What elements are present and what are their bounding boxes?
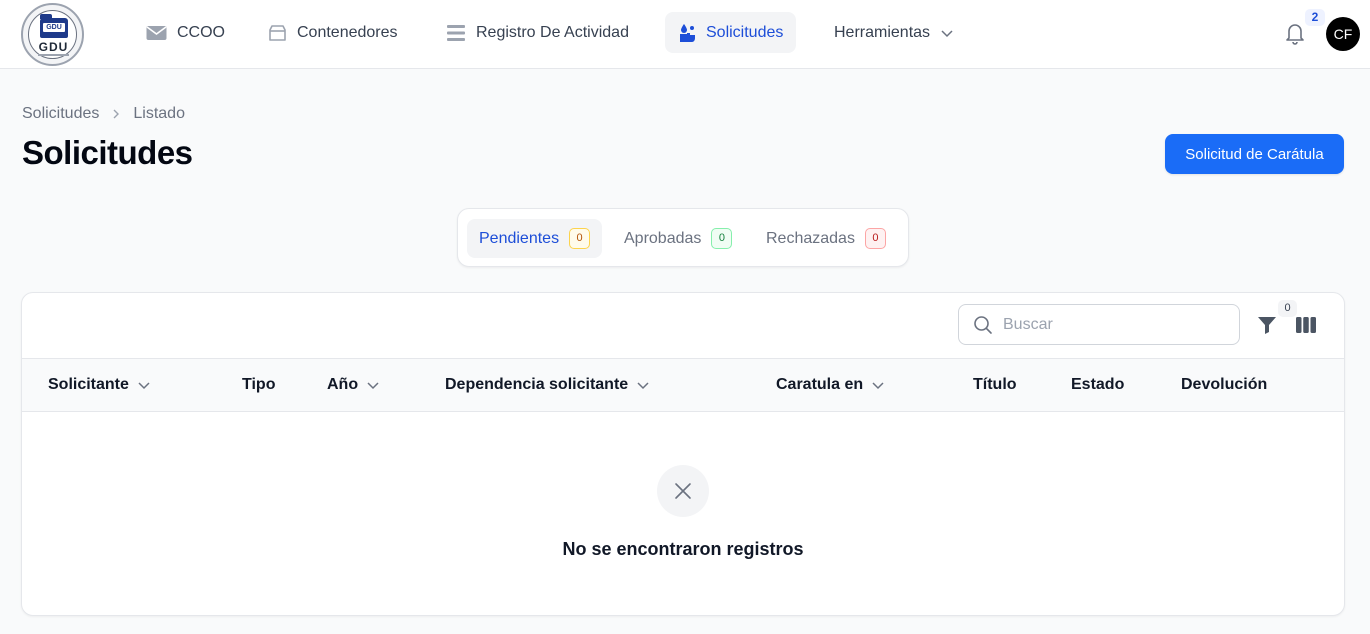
chevron-down-icon: [367, 382, 379, 390]
column-label: Título: [973, 376, 1017, 393]
gdu-logo[interactable]: GDU GDU: [21, 3, 84, 66]
nav-item-herramientas[interactable]: Herramientas: [821, 12, 967, 53]
logo-emblem: GDU GDU: [28, 10, 77, 59]
breadcrumb-item-solicitudes[interactable]: Solicitudes: [22, 105, 99, 123]
column-header-estado: Estado: [1071, 359, 1124, 411]
search-input[interactable]: [1003, 315, 1223, 334]
solicitud-caratula-button[interactable]: Solicitud de Carátula: [1165, 134, 1344, 174]
column-label: Caratula en: [776, 376, 864, 393]
breadcrumb-item-listado: Listado: [133, 105, 185, 122]
nav-item-label: Herramientas: [834, 23, 931, 41]
close-icon: [675, 483, 691, 499]
nav-item-contenedores[interactable]: Contenedores: [255, 12, 411, 53]
empty-state-icon-wrapper: [657, 465, 709, 517]
tab-count-badge: 0: [711, 228, 733, 249]
nav-item-label: Solicitudes: [706, 23, 784, 41]
columns-icon[interactable]: [1294, 313, 1318, 337]
logo-main-text: GDU: [38, 40, 69, 54]
nav-item-ccoo[interactable]: CCOO: [133, 12, 238, 53]
page-title: Solicitudes: [22, 134, 193, 171]
tab-count-badge: 0: [864, 228, 886, 249]
status-tabs: Pendientes 0 Aprobadas 0 Rechazadas 0: [457, 208, 909, 267]
filter-icon[interactable]: [1255, 313, 1279, 337]
nav-item-registro-actividad[interactable]: Registro De Actividad: [433, 12, 642, 53]
chevron-down-icon: [138, 382, 150, 390]
tab-rechazadas[interactable]: Rechazadas 0: [754, 219, 898, 258]
nav-item-label: CCOO: [177, 23, 225, 41]
breadcrumb: Solicitudes Listado: [22, 105, 185, 123]
top-navbar: GDU GDU CCOO Contenedores Registro De Ac…: [0, 0, 1370, 69]
column-label: Dependencia solicitante: [445, 376, 629, 393]
tab-pendientes[interactable]: Pendientes 0: [467, 219, 603, 258]
user-avatar[interactable]: CF: [1326, 17, 1360, 51]
tab-label: Pendientes: [479, 229, 560, 247]
column-header-anio[interactable]: Año: [327, 359, 380, 411]
inbox-icon: [269, 24, 286, 41]
bell-icon[interactable]: [1283, 21, 1307, 45]
table-header: Solicitante Tipo Año Dependencia solicit…: [22, 358, 1344, 412]
nav-item-label: Registro De Actividad: [476, 23, 629, 41]
chevron-down-icon: [941, 29, 953, 37]
list-icon: [447, 24, 465, 41]
column-header-dependencia[interactable]: Dependencia solicitante: [445, 359, 650, 411]
chevron-down-icon: [872, 382, 884, 390]
nav-item-label: Contenedores: [297, 23, 398, 41]
notification-count-badge: 2: [1305, 9, 1325, 26]
tab-aprobadas[interactable]: Aprobadas 0: [612, 219, 744, 258]
column-header-titulo: Título: [973, 359, 1017, 411]
column-label: Devolución: [1181, 376, 1268, 393]
search-box[interactable]: [958, 304, 1240, 345]
tab-label: Rechazadas: [766, 229, 855, 247]
column-header-caratula-en[interactable]: Caratula en: [776, 359, 885, 411]
empty-state-message: No se encontraron registros: [562, 539, 804, 559]
logo-folder-label: GDU: [42, 22, 66, 33]
hand-drop-icon: [680, 23, 695, 42]
envelope-icon: [146, 25, 167, 40]
logo-underline: [38, 54, 69, 56]
tab-count-badge: 0: [569, 228, 591, 249]
tab-label: Aprobadas: [624, 229, 702, 247]
column-header-tipo: Tipo: [242, 359, 275, 411]
column-label: Tipo: [242, 376, 276, 393]
column-header-solicitante[interactable]: Solicitante: [48, 359, 151, 411]
column-header-devolucion: Devolución: [1181, 359, 1267, 411]
column-label: Estado: [1071, 376, 1125, 393]
column-label: Año: [327, 376, 359, 393]
requests-table-card: 0 Solicitante Tipo Año Dependencia solic…: [21, 292, 1345, 616]
column-label: Solicitante: [48, 376, 129, 393]
nav-item-solicitudes[interactable]: Solicitudes: [665, 12, 797, 53]
chevron-down-icon: [637, 382, 649, 390]
search-icon: [974, 315, 992, 334]
chevron-right-icon: [113, 109, 120, 119]
